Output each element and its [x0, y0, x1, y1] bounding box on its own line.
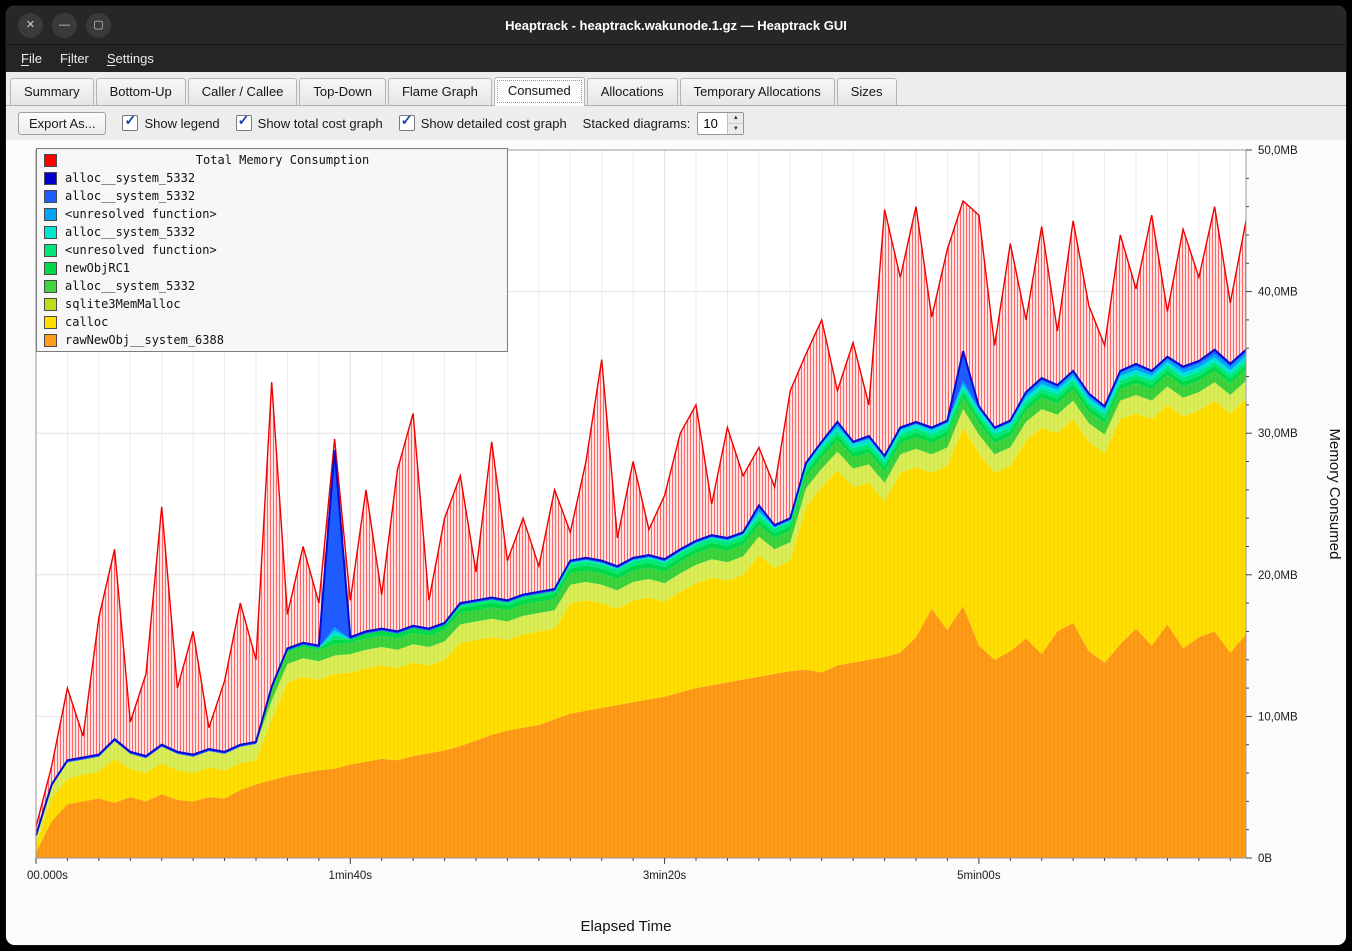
- legend-item: alloc__system_5332: [37, 277, 507, 295]
- legend-swatch: [44, 262, 57, 275]
- legend-label: <unresolved function>: [65, 243, 217, 257]
- chart-legend: Total Memory Consumption alloc__system_53…: [36, 148, 508, 352]
- menu-filter[interactable]: Filter: [51, 48, 98, 69]
- window-title: Heaptrack - heaptrack.wakunode.1.gz — He…: [505, 18, 847, 33]
- show-total-cost-label: Show total cost graph: [258, 116, 383, 131]
- legend-label: newObjRC1: [65, 261, 130, 275]
- legend-item: newObjRC1: [37, 259, 507, 277]
- show-legend-group: ✓ Show legend: [122, 115, 219, 131]
- title-bar[interactable]: ✕ — ▢ Heaptrack - heaptrack.wakunode.1.g…: [6, 6, 1346, 45]
- checkmark-icon: ✓: [124, 112, 136, 129]
- heaptrack-window: ✕ — ▢ Heaptrack - heaptrack.wakunode.1.g…: [6, 6, 1346, 945]
- checkmark-icon: ✓: [401, 112, 413, 129]
- legend-label: alloc__system_5332: [65, 171, 195, 185]
- export-as-button[interactable]: Export As...: [18, 112, 106, 135]
- legend-label: alloc__system_5332: [65, 279, 195, 293]
- legend-label: rawNewObj__system_6388: [65, 333, 224, 347]
- minimize-button[interactable]: —: [52, 13, 77, 38]
- show-legend-checkbox[interactable]: ✓: [122, 115, 138, 131]
- tab-allocations[interactable]: Allocations: [587, 78, 678, 105]
- legend-label: alloc__system_5332: [65, 189, 195, 203]
- tab-caller-callee[interactable]: Caller / Callee: [188, 78, 298, 105]
- spin-down-icon[interactable]: ▼: [728, 124, 743, 134]
- checkmark-icon: ✓: [238, 112, 250, 129]
- tab-temporary-allocations[interactable]: Temporary Allocations: [680, 78, 835, 105]
- tab-sizes[interactable]: Sizes: [837, 78, 897, 105]
- legend-item: alloc__system_5332: [37, 223, 507, 241]
- y-tick-label: 10,0MB: [1258, 711, 1298, 723]
- legend-swatch: [44, 334, 57, 347]
- show-legend-label: Show legend: [144, 116, 219, 131]
- x-axis-title: Elapsed Time: [6, 918, 1246, 935]
- maximize-button[interactable]: ▢: [86, 13, 111, 38]
- legend-swatch: [44, 172, 57, 185]
- show-detailed-cost-group: ✓ Show detailed cost graph: [399, 115, 567, 131]
- y-tick-label: 50,0MB: [1258, 145, 1298, 157]
- legend-swatch: [44, 190, 57, 203]
- show-total-cost-group: ✓ Show total cost graph: [236, 115, 383, 131]
- show-detailed-cost-checkbox[interactable]: ✓: [399, 115, 415, 131]
- legend-item: alloc__system_5332: [37, 169, 507, 187]
- x-tick-label: 5min00s: [957, 870, 1001, 882]
- tab-flame-graph[interactable]: Flame Graph: [388, 78, 492, 105]
- spinner-buttons: ▲ ▼: [727, 113, 743, 134]
- stacked-diagrams-label: Stacked diagrams:: [583, 116, 691, 131]
- legend-title: Total Memory Consumption: [65, 153, 500, 167]
- legend-label: alloc__system_5332: [65, 225, 195, 239]
- legend-swatch: [44, 316, 57, 329]
- x-tick-label: 1min40s: [329, 870, 373, 882]
- legend-label: calloc: [65, 315, 108, 329]
- legend-item: sqlite3MemMalloc: [37, 295, 507, 313]
- menu-bar: File Filter Settings: [6, 45, 1346, 72]
- x-tick-label: 3min20s: [643, 870, 687, 882]
- stacked-diagrams-spinbox[interactable]: ▲ ▼: [697, 112, 744, 135]
- window-controls: ✕ — ▢: [18, 6, 111, 44]
- legend-item: alloc__system_5332: [37, 187, 507, 205]
- legend-label: <unresolved function>: [65, 207, 217, 221]
- y-axis-title: Memory Consumed: [1326, 429, 1343, 560]
- x-tick-label: 00.000s: [27, 870, 68, 882]
- tab-top-down[interactable]: Top-Down: [299, 78, 386, 105]
- tab-consumed[interactable]: Consumed: [494, 77, 585, 106]
- toolbar: Export As... ✓ Show legend ✓ Show total …: [6, 106, 1346, 140]
- y-tick-label: 20,0MB: [1258, 570, 1298, 582]
- legend-title-row: Total Memory Consumption: [37, 151, 507, 169]
- spin-up-icon[interactable]: ▲: [728, 113, 743, 124]
- legend-label: sqlite3MemMalloc: [65, 297, 181, 311]
- legend-swatch: [44, 208, 57, 221]
- show-detailed-cost-label: Show detailed cost graph: [421, 116, 567, 131]
- tab-bottom-up[interactable]: Bottom-Up: [96, 78, 186, 105]
- menu-settings[interactable]: Settings: [98, 48, 163, 69]
- tab-summary[interactable]: Summary: [10, 78, 94, 105]
- legend-swatch: [44, 226, 57, 239]
- y-tick-label: 0B: [1258, 853, 1272, 865]
- legend-swatch: [44, 280, 57, 293]
- y-tick-label: 40,0MB: [1258, 287, 1298, 299]
- stacked-diagrams-group: Stacked diagrams: ▲ ▼: [583, 112, 745, 135]
- y-tick-label: 30,0MB: [1258, 428, 1298, 440]
- legend-item: <unresolved function>: [37, 241, 507, 259]
- menu-file[interactable]: File: [12, 48, 51, 69]
- legend-item: <unresolved function>: [37, 205, 507, 223]
- tab-bar: Summary Bottom-Up Caller / Callee Top-Do…: [6, 72, 1346, 106]
- legend-swatch: [44, 154, 57, 167]
- legend-item: calloc: [37, 313, 507, 331]
- show-total-cost-checkbox[interactable]: ✓: [236, 115, 252, 131]
- legend-swatch: [44, 298, 57, 311]
- stacked-diagrams-input[interactable]: [698, 113, 727, 134]
- legend-swatch: [44, 244, 57, 257]
- close-button[interactable]: ✕: [18, 13, 43, 38]
- legend-item: rawNewObj__system_6388: [37, 331, 507, 349]
- chart-area: 00.000s 1min40s 3min20s 5min00s 0B 10,0MB 20,0…: [6, 140, 1346, 945]
